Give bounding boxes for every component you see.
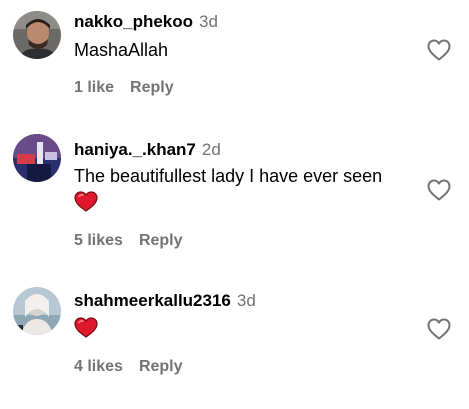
- comment-meta: 5 likes Reply: [74, 231, 183, 251]
- avatar[interactable]: [13, 11, 61, 59]
- like-button[interactable]: [427, 179, 451, 201]
- comment-text-content: MashaAllah: [74, 40, 169, 60]
- likes-count[interactable]: 1 like: [74, 79, 114, 96]
- red-heart-emoji-icon: [74, 317, 98, 345]
- reply-button[interactable]: Reply: [139, 232, 183, 249]
- heart-outline-icon: [427, 179, 451, 201]
- comment-time: 3d: [199, 12, 218, 31]
- comment-username[interactable]: shahmeerkallu2316 3d: [74, 291, 256, 311]
- comment-username[interactable]: nakko_phekoo 3d: [74, 12, 218, 32]
- likes-count[interactable]: 5 likes: [74, 232, 123, 249]
- comment-text: The beautifullest lady I have ever seen: [74, 163, 404, 219]
- comment-meta: 4 likes Reply: [74, 357, 183, 377]
- reply-button[interactable]: Reply: [130, 79, 174, 96]
- comment-text: [74, 315, 404, 345]
- like-button[interactable]: [427, 39, 451, 61]
- heart-outline-icon: [427, 318, 451, 340]
- comment-meta: 1 like Reply: [74, 78, 174, 98]
- comment-time: 3d: [236, 291, 256, 310]
- likes-count[interactable]: 4 likes: [74, 358, 123, 375]
- comment-time: 2d: [201, 140, 221, 159]
- username-text[interactable]: haniya._.khan7: [74, 140, 196, 159]
- comment-username[interactable]: haniya._.khan7 2d: [74, 140, 221, 160]
- heart-outline-icon: [427, 39, 451, 61]
- comment-text: MashaAllah: [74, 37, 404, 63]
- like-button[interactable]: [427, 318, 451, 340]
- reply-button[interactable]: Reply: [139, 358, 183, 375]
- comment-text-content: The beautifullest lady I have ever seen: [74, 166, 383, 186]
- red-heart-emoji-icon: [74, 191, 98, 219]
- avatar[interactable]: [13, 134, 61, 182]
- username-text[interactable]: shahmeerkallu2316: [74, 291, 231, 310]
- username-text[interactable]: nakko_phekoo: [74, 12, 193, 31]
- avatar[interactable]: [13, 287, 61, 335]
